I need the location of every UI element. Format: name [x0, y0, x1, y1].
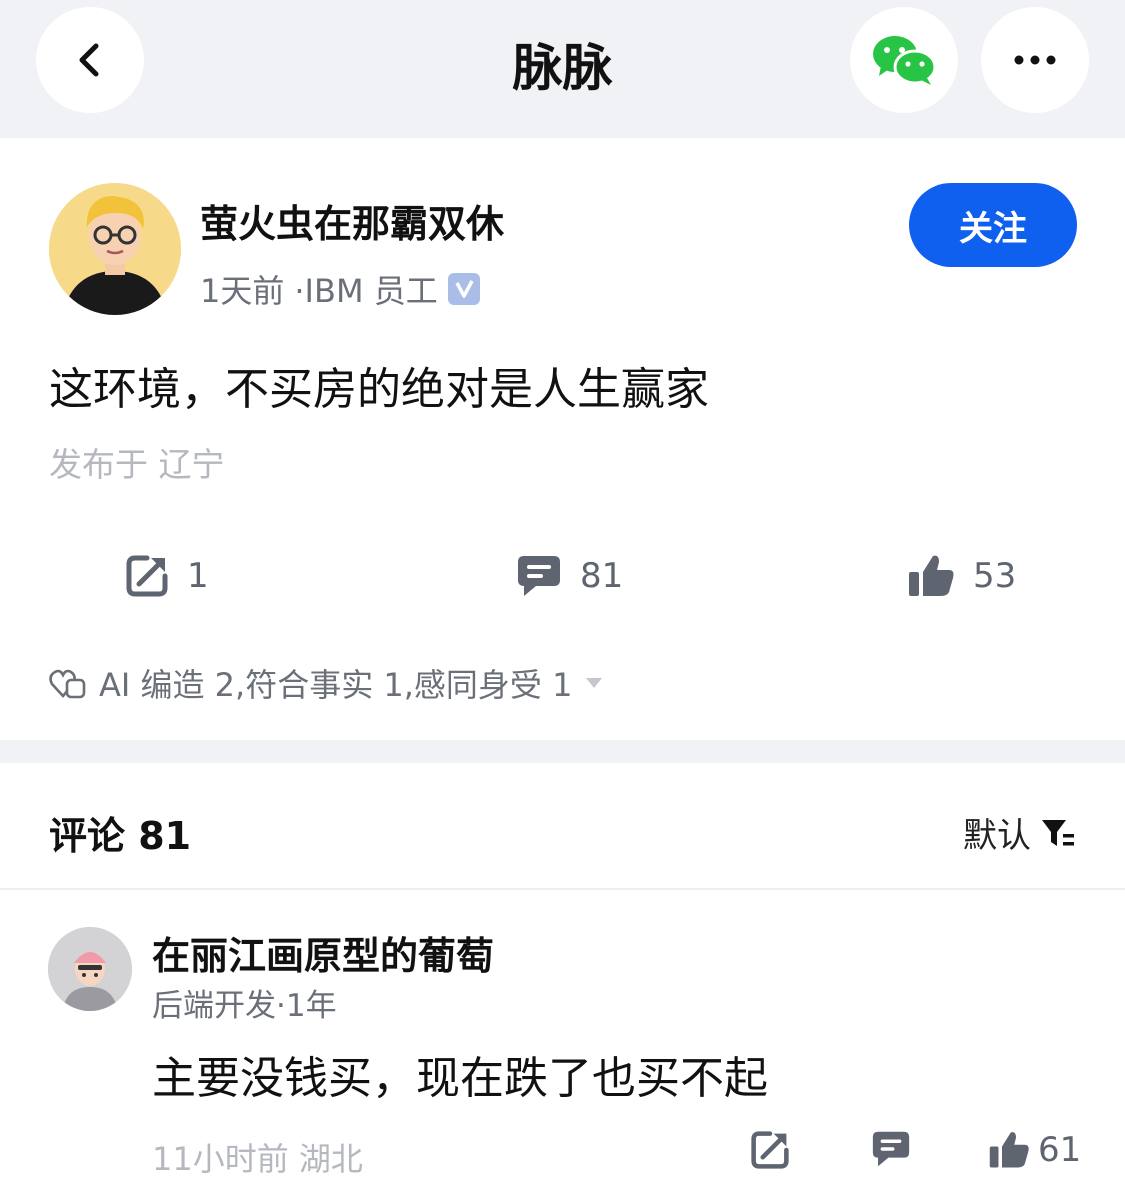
- sort-label: 默认: [963, 816, 1031, 856]
- more-button[interactable]: [981, 7, 1089, 113]
- caret-down-icon: [586, 678, 603, 688]
- comment-share-button[interactable]: [750, 1130, 790, 1170]
- more-icon: [1014, 55, 1056, 65]
- comments-title: 评论 81: [49, 814, 192, 858]
- share-icon: [126, 555, 168, 597]
- like-action[interactable]: 53: [907, 554, 1016, 598]
- comment-text: 主要没钱买，现在跌了也买不起: [152, 1053, 768, 1104]
- author-company: ·IBM 员工: [294, 272, 438, 310]
- post-text: 这环境，不买房的绝对是人生赢家: [49, 364, 709, 415]
- reaction-summary[interactable]: AI 编造 2,符合事实 1,感同身受 1: [49, 660, 604, 706]
- commenter-avatar[interactable]: [48, 927, 132, 1011]
- post-time: 1天前: [200, 272, 285, 310]
- filter-icon: [1042, 819, 1074, 846]
- commenter-name[interactable]: 在丽江画原型的葡萄: [152, 925, 494, 980]
- post-location: 发布于 辽宁: [49, 445, 225, 484]
- comment-item: 在丽江画原型的葡萄 后端开发·1年 主要没钱买，现在跌了也买不起 11小时前 湖…: [0, 892, 1125, 1204]
- comment-icon: [518, 556, 560, 596]
- thumbs-up-icon: [989, 1132, 1029, 1168]
- comment-reply-button[interactable]: [871, 1130, 911, 1168]
- wechat-icon: [873, 36, 937, 85]
- top-bar: 脉脉: [0, 0, 1125, 138]
- author-meta: 1天前 ·IBM 员工: [200, 266, 480, 312]
- sort-button[interactable]: 默认: [963, 808, 1075, 857]
- comment-like-button[interactable]: 61: [988, 1130, 1081, 1170]
- share-count: 1: [187, 556, 209, 596]
- author-avatar[interactable]: [49, 183, 181, 315]
- reaction-text: AI 编造 2,符合事实 1,感同身受 1: [99, 666, 573, 704]
- comment-count: 81: [580, 556, 624, 596]
- follow-button[interactable]: 关注: [909, 183, 1077, 267]
- section-divider: [0, 740, 1125, 763]
- commenter-meta: 后端开发·1年: [152, 988, 337, 1024]
- author-name[interactable]: 萤火虫在那霸双休: [200, 193, 504, 248]
- comment-action[interactable]: 81: [516, 554, 623, 598]
- like-count: 53: [973, 556, 1017, 596]
- comment-icon: [872, 1131, 910, 1167]
- share-icon: [751, 1131, 789, 1169]
- post-card: 萤火虫在那霸双休 1天前 ·IBM 员工 关注 这环境，不买房的绝对是人生赢家 …: [0, 138, 1125, 740]
- verified-icon: [447, 273, 480, 305]
- reaction-icon: [49, 669, 86, 699]
- share-action[interactable]: 1: [125, 554, 209, 598]
- thumbs-up-icon: [909, 555, 954, 596]
- comment-time-location: 11小时前 湖北: [152, 1140, 363, 1178]
- wechat-share-button[interactable]: [850, 7, 958, 113]
- comment-like-count: 61: [1038, 1130, 1082, 1170]
- comments-header: 评论 81 默认: [0, 763, 1125, 890]
